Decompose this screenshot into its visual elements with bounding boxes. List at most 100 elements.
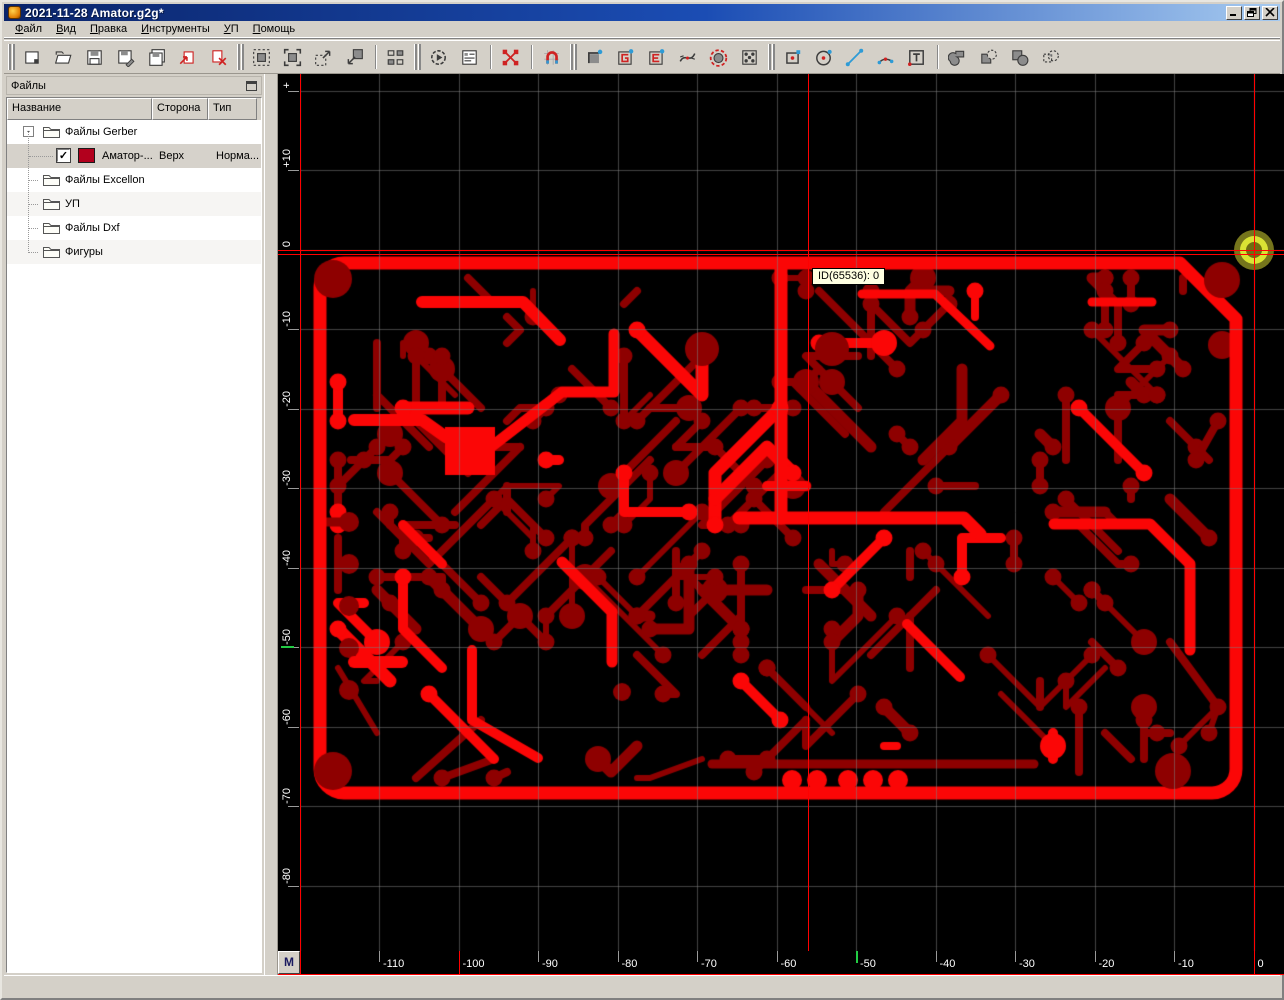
ruler-label-y: -20 <box>281 390 293 407</box>
toolbar-button-save[interactable] <box>80 43 108 71</box>
toolbar-button-bool-union[interactable] <box>943 43 971 71</box>
tree-row-excellon-folder[interactable]: Файлы Excellon <box>7 168 261 192</box>
ruler-label-y: -80 <box>281 867 293 884</box>
tree-guide-stub <box>28 204 38 205</box>
save-all-icon <box>148 48 165 66</box>
toolbar-button-properties[interactable] <box>455 43 483 71</box>
column-header-2[interactable]: Тип <box>208 98 257 120</box>
layer-color-swatch[interactable] <box>78 148 95 163</box>
toolbar-grip[interactable] <box>414 44 421 70</box>
close-button[interactable] <box>1262 5 1278 20</box>
toolbar-button-gerber-g[interactable] <box>611 43 639 71</box>
units-button[interactable]: M <box>278 951 300 974</box>
canvas-area: M ID(65536): 0 -110 -100 -90 -80 -70 -60 -50 -4… <box>278 74 1284 975</box>
toolbar-button-save-as[interactable] <box>111 43 139 71</box>
tree-row-figures-folder[interactable]: Фигуры <box>7 240 261 264</box>
toolbar-button-snap-magnet[interactable] <box>537 43 565 71</box>
toolbar-button-draw-dots[interactable] <box>735 43 763 71</box>
toolbar-button-tile-view[interactable] <box>381 43 409 71</box>
toolbar-button-save-all[interactable] <box>142 43 170 71</box>
ruler-marker-red <box>458 951 460 975</box>
zoom-out-icon <box>347 48 363 64</box>
toolbar-button-zoom-window[interactable] <box>278 43 306 71</box>
title-bar[interactable]: 2021-11-28 Amator.g2g* <box>4 4 1280 21</box>
toolbar-separator <box>937 45 939 69</box>
bool-union-icon <box>947 50 964 66</box>
folder-icon-wrap <box>42 124 61 142</box>
tree-item-label: Аматор-... <box>102 150 153 162</box>
toolbar-button-bool-intersect[interactable] <box>1005 43 1033 71</box>
origin-axis-horizontal <box>278 249 1284 251</box>
ruler-label-x: -70 <box>701 958 717 970</box>
menu-help[interactable]: Помощь <box>246 21 303 38</box>
column-header-1[interactable]: Сторона <box>152 98 208 120</box>
toolbar-button-tool-line[interactable] <box>840 43 868 71</box>
menu-edit[interactable]: Правка <box>83 21 134 38</box>
menu-file[interactable]: Файл <box>8 21 49 38</box>
toolbar-separator <box>375 45 377 69</box>
toolbar-button-tool-circle[interactable] <box>809 43 837 71</box>
minimize-button[interactable] <box>1226 5 1242 20</box>
tree-row-dxf-folder[interactable]: Файлы Dxf <box>7 216 261 240</box>
toolbar-button-draw-ring[interactable] <box>704 43 732 71</box>
folder-icon <box>43 223 60 234</box>
pcb-viewport[interactable] <box>300 74 1284 951</box>
toolbar-grip[interactable] <box>768 44 775 70</box>
ruler-marker-green-x <box>856 951 858 963</box>
close-icon <box>1265 8 1275 17</box>
folder-icon-wrap <box>42 196 61 214</box>
toolbar-button-draw-curve[interactable] <box>673 43 701 71</box>
ruler-label-y: -70 <box>281 788 293 804</box>
toolbar-button-zoom-extents[interactable] <box>247 43 275 71</box>
column-header-0[interactable]: Название <box>7 98 152 120</box>
toolbar-button-tool-rect[interactable] <box>778 43 806 71</box>
ruler-tick-x <box>1015 951 1016 962</box>
ruler-label-x: -90 <box>542 958 558 970</box>
mouse-crosshair-horizontal <box>278 253 1284 255</box>
zoom-in-icon <box>314 50 330 66</box>
ruler-tick-x <box>776 951 778 962</box>
toolbar-button-delete-red[interactable] <box>204 43 232 71</box>
ruler-label-y: -40 <box>281 549 293 566</box>
toolbar-button-transform-red[interactable] <box>496 43 524 71</box>
toolbar-grip[interactable] <box>237 44 244 70</box>
app-icon <box>8 6 21 19</box>
tree-row-gerber-folder[interactable]: - Файлы Gerber <box>7 120 261 144</box>
restore-button[interactable] <box>1244 5 1260 20</box>
panel-splitter[interactable] <box>264 74 278 977</box>
menu-bar: Файл Вид Правка Инструменты УП Помощь <box>4 21 1280 39</box>
bool-intersect-icon <box>1011 49 1028 66</box>
toolbar-button-tool-text[interactable] <box>902 43 930 71</box>
toolbar-button-import-red[interactable] <box>173 43 201 71</box>
ruler-label-x: -50 <box>860 958 876 970</box>
toolbar-button-zoom-in[interactable] <box>309 43 337 71</box>
run-gear-icon <box>430 49 446 65</box>
menu-up[interactable]: УП <box>217 21 246 38</box>
mouse-crosshair-vertical <box>808 74 809 951</box>
tree-row-up-folder[interactable]: УП <box>7 192 261 216</box>
layer-visibility-checkbox[interactable]: ✓ <box>56 148 71 163</box>
toolbar-button-run-gear[interactable] <box>424 43 452 71</box>
ruler-label-x: -20 <box>1098 958 1115 970</box>
tree-guide-stub <box>28 228 38 229</box>
tree-row-gerber-file[interactable]: ✓ Аматор-... Верх Норма... <box>7 144 261 168</box>
gerber-g-icon <box>617 48 633 65</box>
toolbar-button-tool-arc[interactable] <box>871 43 899 71</box>
ruler-tick-x <box>1174 951 1175 962</box>
ruler-tick-x <box>617 951 619 962</box>
toolbar-button-bool-subtract[interactable] <box>974 43 1002 71</box>
toolbar-button-gerber-e[interactable] <box>642 43 670 71</box>
toolbar-button-draw-region[interactable] <box>580 43 608 71</box>
toolbar-button-bool-xor[interactable] <box>1036 43 1064 71</box>
toolbar-button-zoom-out[interactable] <box>340 43 368 71</box>
toolbar-grip[interactable] <box>8 44 15 70</box>
ruler-label-y: + <box>281 82 293 89</box>
menu-view[interactable]: Вид <box>49 21 83 38</box>
ruler-label-y: 0 <box>281 241 293 248</box>
toolbar-button-open-folder[interactable] <box>49 43 77 71</box>
menu-tools[interactable]: Инструменты <box>134 21 217 38</box>
panel-float-icon[interactable] <box>246 80 257 91</box>
properties-icon <box>461 49 477 65</box>
toolbar-button-new-file[interactable] <box>18 43 46 71</box>
toolbar-grip[interactable] <box>570 44 577 70</box>
